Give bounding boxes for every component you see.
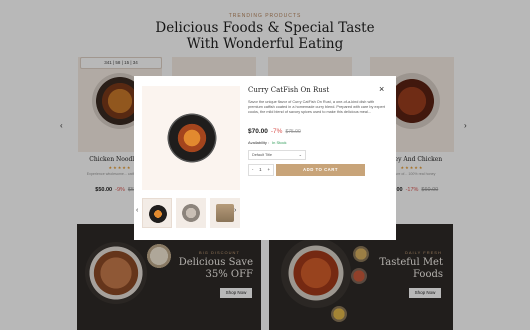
main-product-image[interactable] (142, 86, 240, 190)
quantity-stepper[interactable]: - 1 + (248, 164, 274, 176)
chevron-down-icon: ⌄ (298, 152, 302, 157)
thumb-prev-arrow[interactable]: ‹ (136, 207, 138, 214)
price-old: $75.00 (285, 129, 301, 135)
modal-product-title: Curry CatFish On Rust (248, 86, 330, 94)
thumb-next-arrow[interactable]: › (234, 207, 236, 214)
price-discount: -7% (270, 128, 283, 135)
thumb-image (182, 204, 200, 222)
qty-plus-button[interactable]: + (267, 165, 270, 175)
availability: Availability : In Stock (248, 140, 287, 145)
qty-minus-button[interactable]: - (252, 165, 254, 175)
curry-catfish-plate-image (166, 112, 218, 164)
thumbnail-1[interactable] (142, 198, 172, 228)
variant-selected: Default Title (252, 153, 273, 157)
availability-label: Availability : (248, 140, 270, 145)
thumb-image (149, 205, 167, 223)
add-to-cart-button[interactable]: ADD TO CART (276, 164, 365, 176)
thumbnail-2[interactable] (176, 198, 206, 228)
modal-description: Savor the unique flavor of Curry CatFish… (248, 100, 385, 114)
close-icon[interactable]: × (379, 84, 384, 94)
thumb-image (216, 204, 234, 222)
availability-value: In Stock (272, 140, 287, 145)
modal-price: $70.00 -7% $75.00 (248, 128, 301, 135)
quick-view-modal: ‹ › Curry CatFish On Rust × Savor the un… (134, 76, 396, 240)
qty-value[interactable]: 1 (259, 165, 262, 175)
variant-select[interactable]: Default Title ⌄ (248, 150, 306, 160)
price-current: $70.00 (248, 128, 268, 135)
